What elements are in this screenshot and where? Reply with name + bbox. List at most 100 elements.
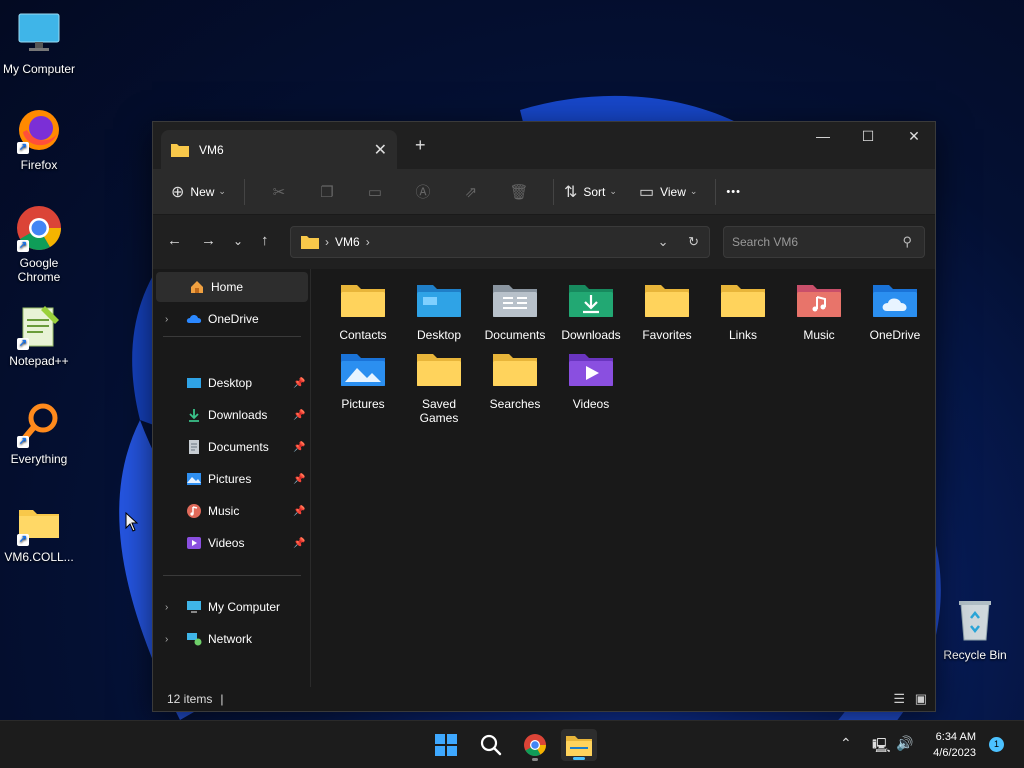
- copy-icon[interactable]: ❐: [303, 183, 351, 201]
- address-bar[interactable]: › VM6 › ⌄ ↻: [290, 226, 710, 258]
- cloud-icon: [186, 315, 202, 323]
- sidebar-item-label: Pictures: [208, 472, 252, 486]
- folder-item-saved-games[interactable]: Saved Games: [401, 344, 477, 425]
- status-bar: 12 items | ☰ ▣: [153, 687, 935, 711]
- sidebar-item-downloads[interactable]: Downloads 📌: [153, 400, 307, 430]
- navigation-pane: Home › OneDrive Desktop 📌 Downloads 📌 Do…: [153, 269, 311, 689]
- close-window-button[interactable]: ✕: [891, 128, 937, 145]
- rename-icon[interactable]: Ⓐ: [399, 181, 447, 202]
- sidebar-item-network[interactable]: › Network: [153, 624, 307, 654]
- share-icon[interactable]: ⇗: [447, 183, 495, 201]
- recent-locations-button[interactable]: ⌄: [233, 234, 243, 248]
- sort-button[interactable]: ⇅ Sort ⌄: [564, 182, 617, 202]
- pin-icon[interactable]: 📌: [293, 506, 305, 517]
- desktop-icon-notepadpp[interactable]: ↗ Notepad++: [0, 302, 78, 368]
- cut-icon[interactable]: ✂: [255, 183, 303, 201]
- notification-badge[interactable]: 1: [989, 737, 1004, 752]
- sidebar-item-pictures[interactable]: Pictures 📌: [153, 464, 307, 494]
- sidebar-item-home[interactable]: Home: [156, 272, 308, 302]
- sidebar-item-my-computer[interactable]: › My Computer: [153, 592, 307, 622]
- maximize-button[interactable]: ☐: [845, 128, 891, 145]
- desktop-icon-firefox[interactable]: ↗ Firefox: [0, 106, 78, 172]
- folder-item-searches[interactable]: Searches: [477, 344, 553, 411]
- firefox-icon: ↗: [15, 106, 63, 154]
- desktop-icon-everything[interactable]: ↗ Everything: [0, 400, 78, 466]
- search-button[interactable]: [473, 729, 509, 761]
- new-button[interactable]: ⊕ New ⌄: [171, 182, 226, 202]
- status-separator: |: [220, 692, 224, 706]
- folder-item-videos[interactable]: Videos: [553, 344, 629, 411]
- divider: [552, 178, 554, 205]
- pin-icon[interactable]: 📌: [293, 442, 305, 453]
- taskbar-chrome[interactable]: [517, 729, 553, 761]
- taskbar: ⌃ 🖳 🔊 6:34 AM 4/6/2023 1: [0, 720, 1024, 768]
- divider: [163, 336, 301, 337]
- chevron-right-icon[interactable]: ›: [165, 314, 168, 325]
- folder-item-pictures[interactable]: Pictures: [325, 344, 401, 411]
- folder-item-favorites[interactable]: Favorites: [629, 275, 705, 342]
- chevron-right-icon[interactable]: ›: [165, 634, 168, 645]
- view-icon: ▭: [638, 183, 655, 201]
- up-button[interactable]: ↑: [261, 232, 269, 249]
- search-box[interactable]: Search VM6 ⚲: [723, 226, 925, 258]
- sort-label: Sort: [583, 184, 606, 199]
- tab-close-button[interactable]: ✕: [374, 140, 387, 160]
- volume-icon[interactable]: 🔊: [896, 735, 913, 752]
- sidebar-item-videos[interactable]: Videos 📌: [153, 528, 307, 558]
- folder-item-onedrive[interactable]: OneDrive: [857, 275, 933, 342]
- folder-item-desktop[interactable]: Desktop: [401, 275, 477, 342]
- folder-item-label: Favorites: [642, 328, 692, 342]
- taskbar-file-explorer[interactable]: [561, 729, 597, 761]
- refresh-icon[interactable]: ↻: [688, 234, 699, 249]
- clock[interactable]: 6:34 AM 4/6/2023: [933, 729, 976, 761]
- picture-icon: [187, 473, 201, 485]
- folder-item-documents[interactable]: Documents: [477, 275, 553, 342]
- view-button[interactable]: ▭ View ⌄: [639, 182, 697, 202]
- pin-icon[interactable]: 📌: [293, 410, 305, 421]
- folder-item-label: Searches: [489, 397, 541, 411]
- home-icon: [191, 281, 203, 293]
- pin-icon[interactable]: 📌: [293, 538, 305, 549]
- folder-item-downloads[interactable]: Downloads: [553, 275, 629, 342]
- folder-item-label: Downloads: [561, 328, 621, 342]
- more-options-button[interactable]: •••: [726, 186, 741, 198]
- recycle-bin-icon: [951, 596, 999, 644]
- tab-title: VM6: [199, 142, 224, 157]
- chevron-right-icon[interactable]: ›: [165, 602, 168, 613]
- sidebar-item-desktop[interactable]: Desktop 📌: [153, 368, 307, 398]
- folder-item-contacts[interactable]: Contacts: [325, 275, 401, 342]
- desktop-icon-chrome[interactable]: ↗ Google Chrome: [0, 204, 78, 284]
- show-hidden-icons-button[interactable]: ⌃: [840, 735, 852, 752]
- back-button[interactable]: ←: [167, 232, 182, 249]
- sidebar-item-documents[interactable]: Documents 📌: [153, 432, 307, 462]
- folder-item-links[interactable]: Links: [705, 275, 781, 342]
- desktop-icon-vm6-collection[interactable]: ↗ VM6.COLL...: [0, 498, 78, 564]
- desktop-icon-my-computer[interactable]: My Computer: [0, 10, 78, 76]
- sidebar-item-label: My Computer: [208, 600, 281, 614]
- desktop-icon-recycle-bin[interactable]: Recycle Bin: [936, 596, 1014, 662]
- tiles-view-icon[interactable]: ▣: [915, 691, 927, 706]
- folder-item-label: Videos: [572, 397, 610, 411]
- new-tab-button[interactable]: +: [415, 135, 426, 156]
- sidebar-item-music[interactable]: Music 📌: [153, 496, 307, 526]
- search-input[interactable]: Search VM6: [732, 235, 798, 249]
- breadcrumb-vm6[interactable]: VM6: [335, 235, 360, 249]
- sidebar-item-onedrive[interactable]: › OneDrive: [153, 304, 307, 334]
- folder-item-music[interactable]: Music: [781, 275, 857, 342]
- folder-item-label: Documents: [484, 328, 546, 342]
- pin-icon[interactable]: 📌: [293, 474, 305, 485]
- network-tray-icon[interactable]: 🖳: [872, 735, 891, 759]
- start-button[interactable]: [428, 729, 464, 761]
- folder-icon: [301, 236, 319, 249]
- forward-button[interactable]: →: [201, 232, 216, 249]
- address-history-dropdown-icon[interactable]: ⌄: [658, 234, 669, 249]
- folder-item-label: Saved Games: [419, 397, 459, 425]
- tab-vm6[interactable]: VM6 ✕: [161, 130, 397, 169]
- shortcut-arrow-icon: ↗: [17, 240, 29, 252]
- details-view-icon[interactable]: ☰: [893, 691, 905, 706]
- paste-icon[interactable]: ▭: [351, 183, 399, 201]
- plus-circle-icon: ⊕: [171, 183, 185, 201]
- minimize-button[interactable]: —: [800, 128, 846, 144]
- pin-icon[interactable]: 📌: [293, 378, 305, 389]
- delete-icon[interactable]: 🗑: [495, 183, 543, 201]
